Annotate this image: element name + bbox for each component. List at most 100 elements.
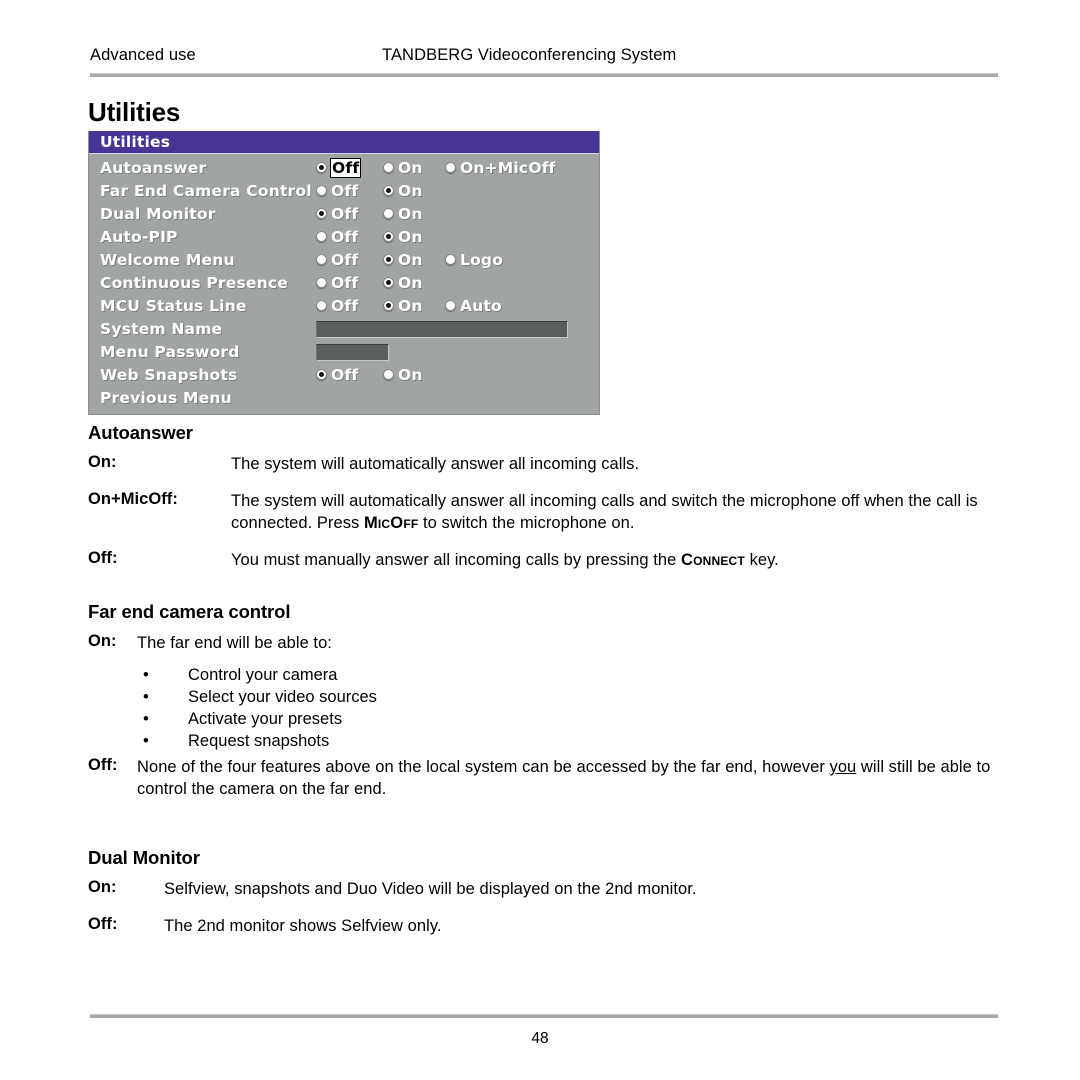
bullet-icon: •: [143, 688, 149, 706]
radio-icon[interactable]: [383, 254, 394, 265]
osd-option-auto-pip-on[interactable]: On: [383, 226, 423, 249]
osd-option-label: On: [398, 228, 423, 246]
osd-row-auto-pip: Auto-PIP Off On: [89, 226, 599, 249]
desc-a: None of the four features above on the l…: [137, 758, 830, 776]
osd-option-label: On: [398, 366, 423, 384]
osd-label-welcome-menu: Welcome Menu: [100, 251, 235, 269]
osd-label-system-name: System Name: [100, 320, 223, 338]
desc-dual-monitor-on: Selfview, snapshots and Duo Video will b…: [164, 880, 697, 898]
page-number: 48: [531, 1030, 549, 1047]
radio-icon[interactable]: [316, 254, 327, 265]
osd-row-menu-password: Menu Password: [89, 341, 599, 364]
term-dual-monitor-off: Off:: [88, 915, 118, 933]
osd-row-far-end-camera-control: Far End Camera Control Off On: [89, 180, 599, 203]
desc-dual-monitor-off: The 2nd monitor shows Selfview only.: [164, 917, 442, 935]
osd-row-dual-monitor: Dual Monitor Off On: [89, 203, 599, 226]
radio-icon[interactable]: [316, 277, 327, 288]
radio-icon[interactable]: [383, 162, 394, 173]
desc-fecc-on: The far end will be able to:: [137, 634, 332, 652]
radio-icon[interactable]: [316, 162, 327, 173]
osd-option-welcome-menu-off[interactable]: Off: [316, 249, 358, 272]
osd-option-label: Off: [331, 251, 359, 269]
osd-label-dual-monitor: Dual Monitor: [100, 205, 216, 223]
section-heading-autoanswer: Autoanswer: [88, 422, 193, 443]
osd-label-continuous-presence: Continuous Presence: [100, 274, 288, 292]
radio-icon[interactable]: [383, 208, 394, 219]
osd-label-far-end-camera-control: Far End Camera Control: [100, 182, 312, 200]
desc-b: key.: [744, 551, 779, 569]
radio-icon[interactable]: [445, 162, 456, 173]
osd-option-welcome-menu-on[interactable]: On: [383, 249, 423, 272]
osd-option-web-snapshots-off[interactable]: Off: [316, 364, 358, 387]
osd-option-label: Logo: [460, 251, 504, 269]
osd-row-previous-menu[interactable]: Previous Menu: [89, 387, 599, 410]
osd-option-autoanswer-off[interactable]: Off: [316, 157, 362, 180]
osd-option-welcome-menu-logo[interactable]: Logo: [445, 249, 503, 272]
header-divider: [90, 73, 998, 77]
radio-icon[interactable]: [316, 369, 327, 380]
list-item-label: Select your video sources: [188, 688, 377, 706]
radio-icon[interactable]: [383, 369, 394, 380]
emphasis-you: you: [829, 758, 857, 776]
key-name-connect: Connect: [680, 551, 745, 569]
osd-option-label: On: [398, 182, 423, 200]
osd-option-label: On: [398, 205, 423, 223]
radio-icon[interactable]: [316, 208, 327, 219]
osd-option-fecc-on[interactable]: On: [383, 180, 423, 203]
page-title: Utilities: [88, 97, 181, 127]
list-item-label: Control your camera: [188, 666, 338, 684]
osd-row-system-name: System Name: [89, 318, 599, 341]
osd-option-mcu-status-on[interactable]: On: [383, 295, 423, 318]
term-autoanswer-on: On:: [88, 453, 117, 471]
menu-password-input[interactable]: [316, 344, 389, 361]
osd-option-mcu-status-off[interactable]: Off: [316, 295, 358, 318]
osd-label-autoanswer: Autoanswer: [100, 159, 207, 177]
osd-option-mcu-status-auto[interactable]: Auto: [445, 295, 502, 318]
osd-label-web-snapshots: Web Snapshots: [100, 366, 238, 384]
osd-option-label: Off: [331, 205, 359, 223]
term-fecc-off: Off:: [88, 756, 118, 774]
radio-icon[interactable]: [316, 231, 327, 242]
radio-icon[interactable]: [316, 185, 327, 196]
osd-option-web-snapshots-on[interactable]: On: [383, 364, 423, 387]
desc-autoanswer-on-micoff: The system will automatically answer all…: [231, 490, 996, 534]
section-heading-dual-monitor: Dual Monitor: [88, 847, 200, 868]
desc-b: will still: [856, 758, 913, 776]
osd-titlebar: Utilities: [89, 131, 599, 154]
bullet-icon: •: [143, 732, 149, 750]
osd-option-autoanswer-on-micoff[interactable]: On+MicOff: [445, 157, 556, 180]
term-autoanswer-on-micoff: On+MicOff:: [88, 490, 178, 508]
osd-row-autoanswer: Autoanswer Off On On+MicOff: [89, 157, 599, 180]
radio-icon[interactable]: [316, 300, 327, 311]
radio-icon[interactable]: [383, 231, 394, 242]
radio-icon[interactable]: [445, 300, 456, 311]
osd-option-label: Off: [331, 182, 359, 200]
osd-option-fecc-off[interactable]: Off: [316, 180, 358, 203]
osd-option-dual-monitor-on[interactable]: On: [383, 203, 423, 226]
osd-label-previous-menu[interactable]: Previous Menu: [100, 387, 232, 410]
osd-label-mcu-status-line: MCU Status Line: [100, 297, 247, 315]
header-product-label: TANDBERG Videoconferencing System: [382, 46, 677, 64]
radio-icon[interactable]: [383, 277, 394, 288]
osd-option-label: On+MicOff: [460, 159, 556, 177]
system-name-input[interactable]: [316, 321, 568, 338]
document-page: Advanced use TANDBERG Videoconferencing …: [0, 0, 1080, 1080]
desc-line2-b: to switch the microphone on.: [418, 514, 635, 532]
osd-row-web-snapshots: Web Snapshots Off On: [89, 364, 599, 387]
osd-option-dual-monitor-off[interactable]: Off: [316, 203, 358, 226]
osd-option-label: On: [398, 297, 423, 315]
key-name-micoff: MicOff: [363, 514, 419, 532]
osd-option-auto-pip-off[interactable]: Off: [316, 226, 358, 249]
bullet-icon: •: [143, 710, 149, 728]
osd-option-continuous-presence-on[interactable]: On: [383, 272, 423, 295]
osd-option-label: On: [398, 251, 423, 269]
desc-autoanswer-off: You must manually answer all incoming ca…: [231, 549, 1001, 571]
radio-icon[interactable]: [383, 185, 394, 196]
osd-option-label: Off: [331, 274, 359, 292]
radio-icon[interactable]: [445, 254, 456, 265]
osd-option-autoanswer-on[interactable]: On: [383, 157, 423, 180]
radio-icon[interactable]: [383, 300, 394, 311]
desc-a: You must manually answer all incoming ca…: [231, 551, 681, 569]
osd-option-continuous-presence-off[interactable]: Off: [316, 272, 358, 295]
osd-option-label: Off: [331, 228, 359, 246]
